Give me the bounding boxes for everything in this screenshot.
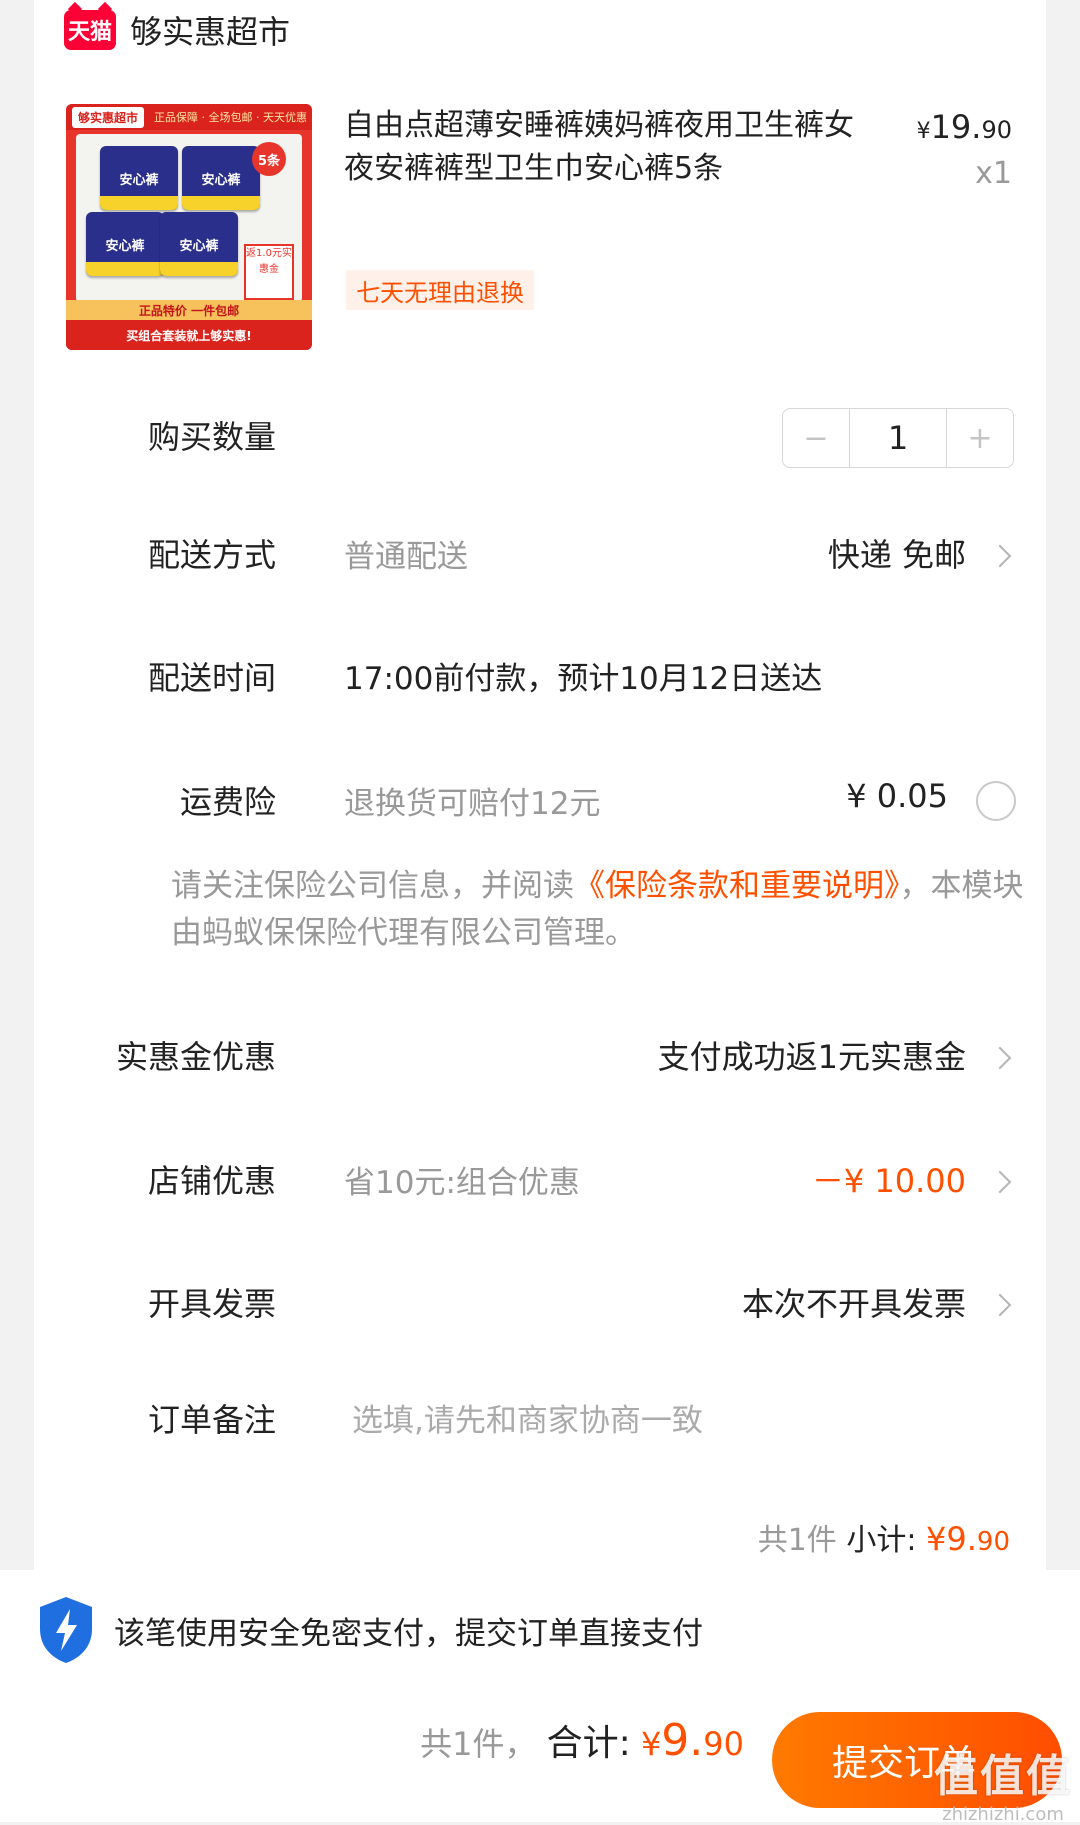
- invoice-chevron-icon[interactable]: [988, 1293, 1012, 1317]
- product-pack-label: 安心裤: [201, 172, 241, 188]
- product-count-badge: 5条: [252, 142, 286, 176]
- delivery-time-label: 配送时间: [147, 659, 276, 697]
- subtotal-count: 共1件: [757, 1523, 837, 1558]
- product-title[interactable]: 自由点超薄安睡裤姨妈裤夜用卫生裤女夜安裤裤型卫生巾安心裤5条: [344, 104, 874, 190]
- invoice-value[interactable]: 本次不开具发票: [742, 1279, 966, 1325]
- product-pack-label: 安心裤: [119, 172, 159, 188]
- secure-payment-bar: 该笔使用安全免密支付，提交订单直接支付: [0, 1570, 1080, 1690]
- shipping-insurance-radio[interactable]: [976, 781, 1016, 821]
- subtotal-amount: ¥9.90: [926, 1520, 1010, 1558]
- secure-payment-text: 该笔使用安全免密支付，提交订单直接支付: [114, 1615, 703, 1652]
- store-discount-label: 店铺优惠: [147, 1162, 276, 1200]
- store-discount-value[interactable]: －¥ 10.00: [812, 1156, 966, 1202]
- product-pack: 安心裤: [160, 212, 238, 276]
- watermark-logo: 值值值: [934, 1751, 1072, 1802]
- cashback-chevron-icon[interactable]: [988, 1046, 1012, 1070]
- order-note-input[interactable]: 选填,请先和商家协商一致: [352, 1395, 703, 1440]
- store-discount-desc: 省10元:组合优惠: [344, 1165, 580, 1201]
- product-image-slogan: 买组合套装就上够实惠!: [66, 320, 312, 350]
- quantity-label: 购买数量: [147, 418, 276, 456]
- insurance-note-prefix: 请关注保险公司信息，并阅读: [171, 868, 574, 904]
- product-pack: 安心裤: [182, 146, 260, 210]
- product-pack: 安心裤: [86, 212, 164, 276]
- product-pack-label: 安心裤: [105, 238, 145, 254]
- subtotal-label: 小计:: [846, 1523, 917, 1558]
- subtotal-yen: ¥: [926, 1520, 947, 1558]
- product-price: ¥19.90: [917, 108, 1012, 146]
- invoice-label: 开具发票: [147, 1285, 276, 1323]
- total-dec: 90: [703, 1725, 744, 1763]
- product-image-promo: 正品特价 一件包邮: [66, 300, 312, 320]
- delivery-method: 普通配送: [344, 539, 468, 575]
- delivery-value[interactable]: 快递 免邮: [828, 530, 966, 576]
- tmall-logo-icon: 天猫: [64, 10, 116, 50]
- return-policy-tag: 七天无理由退换: [346, 270, 534, 310]
- watermark: 值值值 zhizhizhi.com: [934, 1740, 1072, 1825]
- product-image[interactable]: 够实惠超市 正品保障 · 全场包邮 · 天天优惠 安心裤 安心裤 安心裤 安心裤…: [66, 104, 312, 350]
- shipping-insurance-desc: 退换货可赔付12元: [344, 786, 601, 822]
- total-count: 共1件，: [420, 1725, 537, 1763]
- submit-bar: 共1件， 合计: ¥9.90 提交订单: [0, 1690, 1080, 1822]
- subtotal-int: 9.: [946, 1520, 977, 1558]
- quantity-stepper[interactable]: − 1 +: [782, 408, 1014, 468]
- order-total: 共1件， 合计: ¥9.90: [420, 1714, 744, 1766]
- product-quantity: x1: [975, 156, 1012, 191]
- delivery-time-value: 17:00前付款，预计10月12日送达: [344, 661, 823, 697]
- insurance-terms-link[interactable]: 《保险条款和重要说明》: [574, 868, 900, 904]
- product-price-int: 19.: [930, 108, 982, 146]
- product-image-brand: 够实惠超市: [72, 106, 145, 128]
- store-name[interactable]: 够实惠超市: [130, 7, 290, 53]
- quantity-minus-button[interactable]: −: [783, 409, 849, 467]
- product-pack-label: 安心裤: [179, 238, 219, 254]
- store-discount-chevron-icon[interactable]: [988, 1170, 1012, 1194]
- product-image-packs: 安心裤 安心裤 安心裤 安心裤 5条 返1.0元实惠金: [76, 134, 302, 302]
- total-label: 合计:: [546, 1723, 631, 1764]
- total-amount: ¥9.90: [641, 1715, 744, 1766]
- insurance-note: 请关注保险公司信息，并阅读《保险条款和重要说明》，本模块由蚂蚁保保险代理有限公司…: [171, 863, 1051, 957]
- order-note-label: 订单备注: [147, 1401, 276, 1439]
- total-int: 9.: [661, 1715, 704, 1766]
- subtotal: 共1件 小计: ¥9.90: [758, 1515, 1010, 1559]
- delivery-label: 配送方式: [147, 536, 276, 574]
- product-pack: 安心裤: [100, 146, 178, 210]
- shipping-insurance-price: ¥ 0.05: [846, 777, 948, 815]
- product-image-tagline: 正品保障 · 全场包邮 · 天天优惠: [154, 111, 307, 124]
- product-image-banner: 够实惠超市 正品保障 · 全场包邮 · 天天优惠: [66, 104, 312, 130]
- product-price-yen: ¥: [916, 119, 931, 144]
- quantity-plus-button[interactable]: +: [947, 409, 1013, 467]
- cashback-value[interactable]: 支付成功返1元实惠金: [658, 1032, 966, 1078]
- quantity-input[interactable]: 1: [849, 409, 947, 467]
- shipping-insurance-label: 运费险: [179, 783, 276, 821]
- subtotal-dec: 90: [976, 1527, 1010, 1557]
- delivery-chevron-icon[interactable]: [988, 544, 1012, 568]
- product-price-dec: 90: [981, 116, 1012, 144]
- store-header[interactable]: 天猫 够实惠超市: [64, 6, 290, 54]
- order-card: 天猫 够实惠超市 够实惠超市 正品保障 · 全场包邮 · 天天优惠 安心裤 安心…: [34, 0, 1046, 1580]
- product-refund-tag: 返1.0元实惠金: [244, 244, 294, 300]
- cashback-label: 实惠金优惠: [115, 1038, 276, 1076]
- shield-icon: [40, 1597, 92, 1663]
- total-yen: ¥: [640, 1725, 662, 1763]
